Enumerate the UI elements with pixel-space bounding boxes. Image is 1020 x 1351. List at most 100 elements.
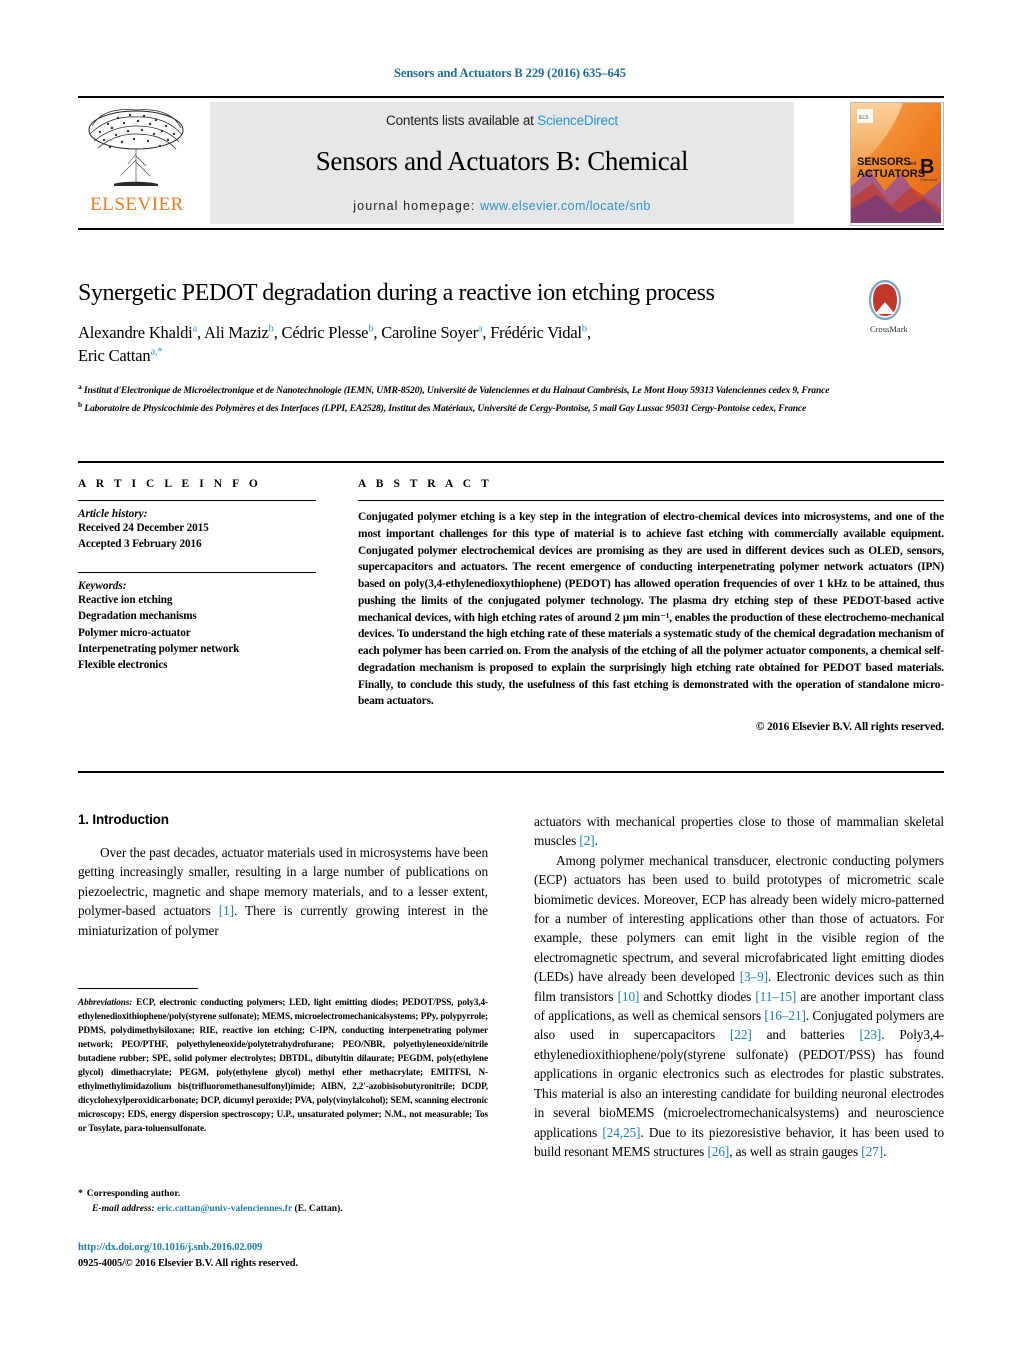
- citation-ref[interactable]: [26]: [707, 1144, 729, 1159]
- page-title: Synergetic PEDOT degradation during a re…: [78, 280, 715, 306]
- author-name: Eric Cattan: [78, 346, 151, 366]
- citation-ref[interactable]: [23]: [859, 1027, 881, 1042]
- author-1: Ali Mazizb,: [204, 323, 282, 342]
- keyword-0: Reactive ion etching: [78, 594, 173, 607]
- contents-available-line: Contents lists available at ScienceDirec…: [210, 102, 794, 128]
- info-section-top-rule: [78, 461, 944, 463]
- citation-ref[interactable]: [27]: [861, 1144, 883, 1159]
- elsevier-tree-icon: [88, 109, 184, 186]
- author-name: Ali Maziz: [203, 322, 269, 342]
- intro-paragraph-1: Over the past decades, actuator material…: [78, 845, 488, 938]
- elsevier-wordmark: ELSEVIER: [90, 194, 184, 215]
- corresponding-author-text: Corresponding author.: [86, 1188, 181, 1199]
- citation-ref[interactable]: [11–15]: [755, 989, 796, 1004]
- keywords-label: Keywords:: [78, 580, 127, 593]
- author-4: Frédéric Vidalb,: [490, 323, 591, 342]
- affiliation-marker: b: [78, 399, 83, 409]
- corresponding-author-block: * Corresponding author. E-mail address: e…: [78, 1186, 488, 1217]
- body-column-right: actuators with mechanical properties clo…: [534, 812, 944, 1161]
- abbreviations-footnote: Abbreviations: ECP, electronic conductin…: [78, 996, 488, 1136]
- affiliation-a: a Institut d'Electronique de Microélectr…: [78, 381, 944, 399]
- abstract-heading: A B S T R A C T: [358, 478, 493, 490]
- citation-ref[interactable]: [22]: [730, 1027, 752, 1042]
- abbreviations-text: ECP, electronic conducting polymers; LED…: [78, 997, 488, 1133]
- abbreviations-label: Abbreviations:: [78, 997, 133, 1007]
- title-block: Synergetic PEDOT degradation during a re…: [78, 280, 944, 367]
- doi-block: http://dx.doi.org/10.1016/j.snb.2016.02.…: [78, 1240, 488, 1272]
- author-name: Caroline Soyer: [381, 322, 478, 342]
- author-5: Eric Cattana,*: [78, 346, 163, 366]
- crossmark-badge-group[interactable]: CrossMark: [868, 280, 944, 334]
- svg-text:ACTUATORS: ACTUATORS: [857, 168, 925, 180]
- author-name: Alexandre Khaldi: [78, 322, 193, 342]
- keyword-1: Degradation mechanisms: [78, 610, 197, 623]
- contents-prefix: Contents lists available at: [386, 113, 538, 128]
- cover-art: ELS SENSORS and ACTUATORS B Chemical: [851, 103, 941, 223]
- email-label: E-mail address:: [92, 1203, 155, 1215]
- journal-masthead: ELSEVIER Contents lists available at Sci…: [78, 96, 944, 230]
- citation-ref[interactable]: [16–21]: [764, 1008, 806, 1023]
- article-history-accepted: Accepted 3 February 2016: [78, 538, 202, 551]
- svg-text:and: and: [908, 161, 917, 167]
- email-link[interactable]: eric.cattan@univ-valenciennes.fr: [157, 1203, 292, 1214]
- homepage-url-link[interactable]: www.elsevier.com/locate/snb: [480, 199, 651, 213]
- keyword-4: Flexible electronics: [78, 658, 168, 671]
- author-sep: ,: [273, 322, 282, 342]
- article-info-column: A R T I C L E I N F O Article history: R…: [78, 478, 323, 673]
- author-name: Cédric Plesse: [281, 322, 369, 342]
- svg-text:Chemical: Chemical: [920, 177, 937, 182]
- article-history-label: Article history:: [78, 508, 148, 520]
- author-3: Caroline Soyera,: [381, 323, 490, 342]
- email-line: E-mail address: eric.cattan@univ-valenci…: [78, 1201, 488, 1216]
- affiliation-marker: a: [78, 382, 82, 391]
- affiliations-block: a Institut d'Electronique de Microélectr…: [78, 381, 944, 416]
- abstract-divider: [358, 500, 944, 501]
- intro-paragraph-2: Among polymer mechanical transducer, ele…: [534, 852, 944, 1159]
- citation-ref[interactable]: [3–9]: [740, 969, 768, 984]
- citation-ref[interactable]: [2]: [579, 833, 594, 848]
- abstract-copyright: © 2016 Elsevier B.V. All rights reserved…: [755, 721, 944, 734]
- sciencedirect-link[interactable]: ScienceDirect: [537, 113, 618, 128]
- info-section-bottom-rule: [78, 771, 944, 773]
- corresponding-author-line: * Corresponding author.: [78, 1186, 488, 1201]
- doi-link[interactable]: http://dx.doi.org/10.1016/j.snb.2016.02.…: [78, 1240, 488, 1256]
- author-sep: ,: [197, 322, 204, 342]
- affiliation-text: Institut d'Electronique de Microélectron…: [83, 385, 830, 397]
- running-head: Sensors and Actuators B 229 (2016) 635–6…: [394, 66, 626, 80]
- citation-ref[interactable]: [1]: [219, 903, 234, 918]
- affiliation-text: Laboratoire de Physicochimie des Polymèr…: [84, 402, 807, 414]
- asterisk-icon: *: [78, 1188, 83, 1199]
- body-column-left: 1. Introduction Over the past decades, a…: [78, 812, 488, 940]
- keyword-3: Interpenetrating polymer network: [78, 642, 240, 655]
- homepage-label: journal homepage:: [353, 199, 476, 213]
- citation-ref[interactable]: [24,25]: [602, 1125, 640, 1140]
- article-info-heading: A R T I C L E I N F O: [78, 478, 262, 490]
- keyword-2: Polymer micro-actuator: [78, 626, 191, 639]
- crossmark-icon[interactable]: [868, 280, 902, 320]
- author-sep: ,: [586, 322, 591, 342]
- keywords-divider: [78, 572, 316, 574]
- footnote-divider: [78, 988, 198, 990]
- author-list: Alexandre Khaldia, Ali Mazizb, Cédric Pl…: [78, 321, 888, 368]
- journal-title: Sensors and Actuators B: Chemical: [315, 146, 689, 176]
- author-affil-marker: a,*: [150, 346, 163, 358]
- citation-ref[interactable]: [10]: [618, 989, 640, 1004]
- issn-copyright-line: 0925-4005/© 2016 Elsevier B.V. All right…: [78, 1258, 298, 1270]
- svg-text:B: B: [920, 156, 934, 178]
- journal-band: Contents lists available at ScienceDirec…: [210, 102, 794, 224]
- author-0: Alexandre Khaldia,: [78, 323, 204, 342]
- article-history-received: Received 24 December 2015: [78, 522, 209, 534]
- journal-cover-thumbnail: ELS SENSORS and ACTUATORS B Chemical: [850, 102, 944, 226]
- crossmark-label: CrossMark: [870, 324, 908, 335]
- article-info-divider: [78, 500, 316, 501]
- elsevier-logo: ELSEVIER: [78, 104, 202, 224]
- paper-page: Sensors and Actuators B 229 (2016) 635–6…: [0, 0, 1020, 1351]
- svg-text:SENSORS: SENSORS: [857, 156, 911, 168]
- author-name: Frédéric Vidal: [490, 322, 582, 342]
- section-heading-introduction: 1. Introduction: [78, 812, 169, 827]
- journal-homepage-line: journal homepage: www.elsevier.com/locat…: [210, 199, 794, 213]
- abstract-column: A B S T R A C T Conjugated polymer etchi…: [358, 478, 944, 733]
- author-2: Cédric Plesseb,: [282, 323, 382, 342]
- abstract-body: Conjugated polymer etching is a key step…: [358, 511, 944, 708]
